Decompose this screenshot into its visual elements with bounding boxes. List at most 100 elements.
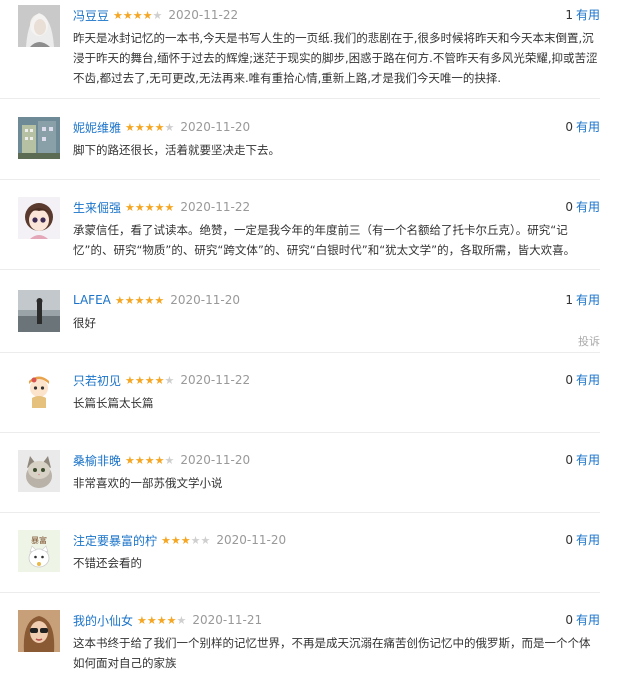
star-filled-icon: ★ <box>144 373 155 387</box>
star-filled-icon: ★ <box>156 613 167 627</box>
review-meta: 生来倔强 ★ ★ ★ ★ ★ 2020-11-22 <box>73 197 250 217</box>
rating-stars: ★ ★ ★ ★ ★ <box>125 202 174 213</box>
useful-label: 有用 <box>575 373 600 387</box>
review-item: 冯豆豆 ★ ★ ★ ★ ★ 2020-11-22 1 有用 昨天是冰封记忆的一本书,今天是… <box>0 5 600 99</box>
username-link[interactable]: LAFEA <box>73 293 111 307</box>
avatar-cartoon-character-icon[interactable] <box>18 370 60 412</box>
rating-stars: ★ ★ ★ ★ ★ <box>113 10 162 21</box>
review-meta: 冯豆豆 ★ ★ ★ ★ ★ 2020-11-22 <box>73 5 238 25</box>
star-filled-icon: ★ <box>144 120 155 134</box>
star-filled-icon: ★ <box>134 293 145 307</box>
useful-button[interactable]: 0 有用 <box>565 117 600 137</box>
review-meta: 我的小仙女 ★ ★ ★ ★ ★ 2020-11-21 <box>73 610 262 630</box>
username-link[interactable]: 桑榆非晚 <box>73 452 121 469</box>
avatar-girl-white-hair-icon[interactable] <box>18 5 60 47</box>
svg-text:暴富: 暴富 <box>31 535 47 545</box>
star-filled-icon: ★ <box>154 293 165 307</box>
review-item: 生来倔强 ★ ★ ★ ★ ★ 2020-11-22 0 有用 承蒙信任，看了试读本。绝赞，… <box>0 197 600 270</box>
review-date: 2020-11-20 <box>180 120 251 134</box>
star-filled-icon: ★ <box>180 533 191 547</box>
useful-label: 有用 <box>575 293 600 307</box>
star-filled-icon: ★ <box>146 613 157 627</box>
star-filled-icon: ★ <box>154 453 165 467</box>
review-meta: 注定要暴富的柠 ★ ★ ★ ★ ★ 2020-11-20 <box>73 530 286 550</box>
star-filled-icon: ★ <box>113 8 123 22</box>
review-item: 暴富 注定要暴富的柠 ★ ★ ★ ★ ★ 2020-11-20 0 有用 不错还会看的 <box>0 530 600 593</box>
report-button[interactable]: 投诉 <box>578 333 600 349</box>
username-link[interactable]: 注定要暴富的柠 <box>73 532 157 549</box>
review-date: 2020-11-21 <box>192 613 263 627</box>
avatar-man-silhouette-icon[interactable] <box>18 290 60 332</box>
review-list: 冯豆豆 ★ ★ ★ ★ ★ 2020-11-22 1 有用 昨天是冰封记忆的一本书,今天是… <box>0 0 641 675</box>
avatar-cat-icon[interactable] <box>18 450 60 492</box>
username-link[interactable]: 妮妮维雅 <box>73 119 121 136</box>
star-filled-icon: ★ <box>161 533 171 547</box>
review-content: 非常喜欢的一部苏俄文学小说 <box>73 476 223 490</box>
rating-stars: ★ ★ ★ ★ ★ <box>125 455 174 466</box>
star-filled-icon: ★ <box>170 533 181 547</box>
username-link[interactable]: 我的小仙女 <box>73 612 133 629</box>
star-filled-icon: ★ <box>134 200 145 214</box>
review-date: 2020-11-22 <box>180 373 251 387</box>
star-filled-icon: ★ <box>144 453 155 467</box>
useful-button[interactable]: 1 有用 <box>565 5 600 25</box>
useful-button[interactable]: 1 有用 <box>565 290 600 310</box>
star-filled-icon: ★ <box>125 373 135 387</box>
star-filled-icon: ★ <box>166 613 177 627</box>
star-empty-icon: ★ <box>152 8 163 22</box>
useful-count: 0 <box>565 120 573 134</box>
useful-button[interactable]: 0 有用 <box>565 197 600 217</box>
username-link[interactable]: 冯豆豆 <box>73 7 109 24</box>
review-date: 2020-11-22 <box>168 8 239 22</box>
review-content: 很好 <box>73 316 96 330</box>
star-empty-icon: ★ <box>164 373 175 387</box>
review-content: 长篇长篇太长篇 <box>73 396 154 410</box>
useful-label: 有用 <box>575 8 600 22</box>
star-filled-icon: ★ <box>144 200 155 214</box>
useful-label: 有用 <box>575 613 600 627</box>
review-date: 2020-11-20 <box>170 293 240 307</box>
star-empty-icon: ★ <box>200 533 211 547</box>
avatar-building-icon[interactable] <box>18 117 60 159</box>
rating-stars: ★ ★ ★ ★ ★ <box>137 615 186 626</box>
rating-stars: ★ ★ ★ ★ ★ <box>115 295 164 306</box>
star-filled-icon: ★ <box>164 200 175 214</box>
useful-button[interactable]: 0 有用 <box>565 530 600 550</box>
star-filled-icon: ★ <box>125 120 135 134</box>
avatar-woman-sunglasses-icon[interactable] <box>18 610 60 652</box>
review-item: 妮妮维雅 ★ ★ ★ ★ ★ 2020-11-20 0 有用 脚下的路还很长，活着就要坚决… <box>0 117 600 180</box>
review-meta: 桑榆非晚 ★ ★ ★ ★ ★ 2020-11-20 <box>73 450 250 470</box>
useful-count: 1 <box>565 8 573 22</box>
star-filled-icon: ★ <box>154 373 165 387</box>
star-filled-icon: ★ <box>134 453 145 467</box>
star-filled-icon: ★ <box>144 293 155 307</box>
star-filled-icon: ★ <box>125 453 135 467</box>
avatar-money-cat-icon[interactable]: 暴富 <box>18 530 60 572</box>
star-filled-icon: ★ <box>124 293 135 307</box>
review-item: 桑榆非晚 ★ ★ ★ ★ ★ 2020-11-20 0 有用 非常喜欢的一部苏俄文学小说 <box>0 450 600 513</box>
useful-count: 0 <box>565 533 573 547</box>
review-item: LAFEA ★ ★ ★ ★ ★ 2020-11-20 1 有用 很好 投诉 <box>0 290 600 353</box>
useful-label: 有用 <box>575 200 600 214</box>
star-filled-icon: ★ <box>154 120 165 134</box>
rating-stars: ★ ★ ★ ★ ★ <box>125 375 174 386</box>
star-empty-icon: ★ <box>164 453 175 467</box>
review-date: 2020-11-22 <box>180 200 251 214</box>
useful-button[interactable]: 0 有用 <box>565 370 600 390</box>
review-date: 2020-11-20 <box>180 453 251 467</box>
useful-label: 有用 <box>575 453 600 467</box>
useful-button[interactable]: 0 有用 <box>565 450 600 470</box>
rating-stars: ★ ★ ★ ★ ★ <box>161 535 210 546</box>
star-empty-icon: ★ <box>176 613 187 627</box>
review-content: 不错还会看的 <box>73 556 142 570</box>
useful-label: 有用 <box>575 533 600 547</box>
review-meta: 妮妮维雅 ★ ★ ★ ★ ★ 2020-11-20 <box>73 117 250 137</box>
star-filled-icon: ★ <box>132 8 143 22</box>
useful-button[interactable]: 0 有用 <box>565 610 600 630</box>
star-filled-icon: ★ <box>125 200 135 214</box>
username-link[interactable]: 只若初见 <box>73 372 121 389</box>
avatar-anime-girl-icon[interactable] <box>18 197 60 239</box>
username-link[interactable]: 生来倔强 <box>73 199 121 216</box>
rating-stars: ★ ★ ★ ★ ★ <box>125 122 174 133</box>
useful-count: 1 <box>565 293 573 307</box>
